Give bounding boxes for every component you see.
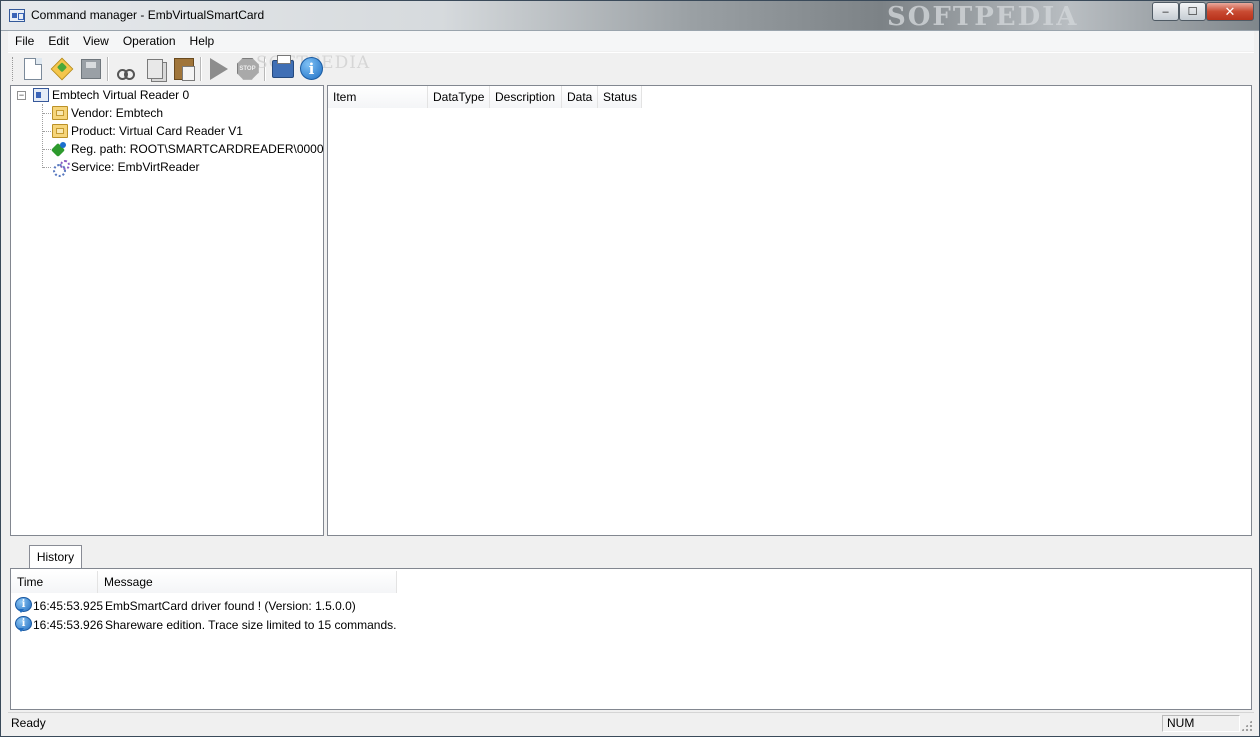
list-header: Item DataType Description Data Status: [328, 86, 642, 108]
open-icon: [50, 57, 73, 80]
column-datatype[interactable]: DataType: [428, 86, 490, 108]
toolbar-separator: [200, 56, 202, 81]
history-time: 16:45:53.926: [33, 617, 104, 632]
tree-node-service[interactable]: Service: EmbVirtReader: [52, 158, 200, 177]
copy-button[interactable]: [140, 55, 169, 83]
new-button[interactable]: [18, 55, 47, 83]
softpedia-watermark: SOFTPEDIA: [887, 2, 1079, 32]
window-title: Command manager - EmbVirtualSmartCard: [31, 8, 265, 22]
paste-button[interactable]: [169, 55, 198, 83]
tree-connector: [43, 149, 51, 150]
tree-node-label: Service: EmbVirtReader: [71, 160, 200, 174]
tree-node-label: Reg. path: ROOT\SMARTCARDREADER\0000: [71, 142, 324, 156]
tree-connector: [43, 131, 51, 132]
pane-splitter[interactable]: [8, 537, 1254, 541]
folder-icon: [52, 124, 68, 138]
column-data[interactable]: Data: [562, 86, 598, 108]
history-time: 16:45:53.925: [33, 598, 104, 613]
device-tree[interactable]: − Embtech Virtual Reader 0 Vendor: Embte…: [10, 85, 324, 536]
service-gear-icon: [52, 160, 70, 177]
close-button[interactable]: ✕: [1206, 2, 1254, 21]
status-bar: Ready NUM: [8, 712, 1254, 733]
tree-node-label: Vendor: Embtech: [71, 106, 164, 120]
smartcard-reader-icon: [33, 88, 49, 102]
about-button[interactable]: i: [297, 55, 326, 83]
save-icon: [80, 58, 101, 79]
menu-bar: File Edit View Operation Help: [8, 31, 1254, 51]
title-bar[interactable]: Command manager - EmbVirtualSmartCard SO…: [1, 1, 1259, 32]
resize-grip[interactable]: [1241, 720, 1252, 731]
app-icon[interactable]: [9, 9, 25, 22]
app-window: Command manager - EmbVirtualSmartCard SO…: [0, 0, 1260, 737]
column-message[interactable]: Message: [98, 571, 397, 593]
tree-node-reader[interactable]: − Embtech Virtual Reader 0: [11, 86, 189, 104]
printer-icon: [271, 54, 294, 78]
info-message-icon: [15, 616, 32, 633]
new-document-icon: [23, 57, 42, 80]
cut-button[interactable]: [111, 55, 140, 83]
history-row[interactable]: 16:45:53.926 Shareware edition. Trace si…: [15, 615, 396, 634]
tab-history[interactable]: History: [29, 545, 82, 568]
minimize-button[interactable]: ‒: [1152, 2, 1179, 21]
maximize-button[interactable]: ☐: [1179, 2, 1206, 21]
toolbar: SOFTPEDIA STOP i: [8, 52, 1254, 84]
history-row[interactable]: 16:45:53.925 EmbSmartCard driver found !…: [15, 596, 356, 615]
tree-connector: [43, 113, 51, 114]
status-text: Ready: [11, 716, 46, 730]
menu-edit[interactable]: Edit: [41, 31, 76, 51]
run-button[interactable]: [204, 55, 233, 83]
save-button[interactable]: [76, 55, 105, 83]
menu-operation[interactable]: Operation: [116, 31, 183, 51]
print-button[interactable]: [268, 54, 297, 83]
copy-icon: [146, 58, 163, 79]
scissors-icon: [116, 58, 136, 80]
num-lock-indicator: NUM: [1162, 715, 1240, 732]
collapse-toggle[interactable]: −: [17, 91, 26, 100]
tree-connector: [43, 167, 51, 168]
tree-node-label: Product: Virtual Card Reader V1: [71, 124, 243, 138]
history-list[interactable]: Time Message 16:45:53.925 EmbSmartCard d…: [10, 568, 1252, 710]
stop-icon: STOP: [236, 57, 259, 80]
info-icon: i: [300, 57, 323, 80]
info-message-icon: [15, 597, 32, 614]
column-status[interactable]: Status: [598, 86, 642, 108]
history-header: Time Message: [11, 571, 397, 593]
menu-view[interactable]: View: [76, 31, 116, 51]
tree-node-vendor[interactable]: Vendor: Embtech: [52, 104, 163, 122]
column-item[interactable]: Item: [328, 86, 428, 108]
folder-icon: [52, 106, 68, 120]
registry-key-icon: [52, 142, 68, 156]
history-message: Shareware edition. Trace size limited to…: [105, 617, 397, 632]
play-icon: [209, 57, 228, 80]
tree-node-label: Embtech Virtual Reader 0: [52, 88, 190, 102]
column-description[interactable]: Description: [490, 86, 562, 108]
column-time[interactable]: Time: [11, 571, 98, 593]
history-message: EmbSmartCard driver found ! (Version: 1.…: [105, 598, 356, 613]
paste-icon: [173, 57, 195, 81]
open-button[interactable]: [47, 55, 76, 83]
toolbar-separator: [107, 56, 109, 81]
command-list[interactable]: Item DataType Description Data Status: [327, 85, 1252, 536]
tree-node-product[interactable]: Product: Virtual Card Reader V1: [52, 122, 243, 140]
toolbar-grip[interactable]: [12, 56, 15, 81]
stop-button[interactable]: STOP: [233, 55, 262, 83]
tree-node-reg-path[interactable]: Reg. path: ROOT\SMARTCARDREADER\0000: [52, 140, 324, 158]
menu-help[interactable]: Help: [183, 31, 222, 51]
menu-file[interactable]: File: [8, 31, 41, 51]
